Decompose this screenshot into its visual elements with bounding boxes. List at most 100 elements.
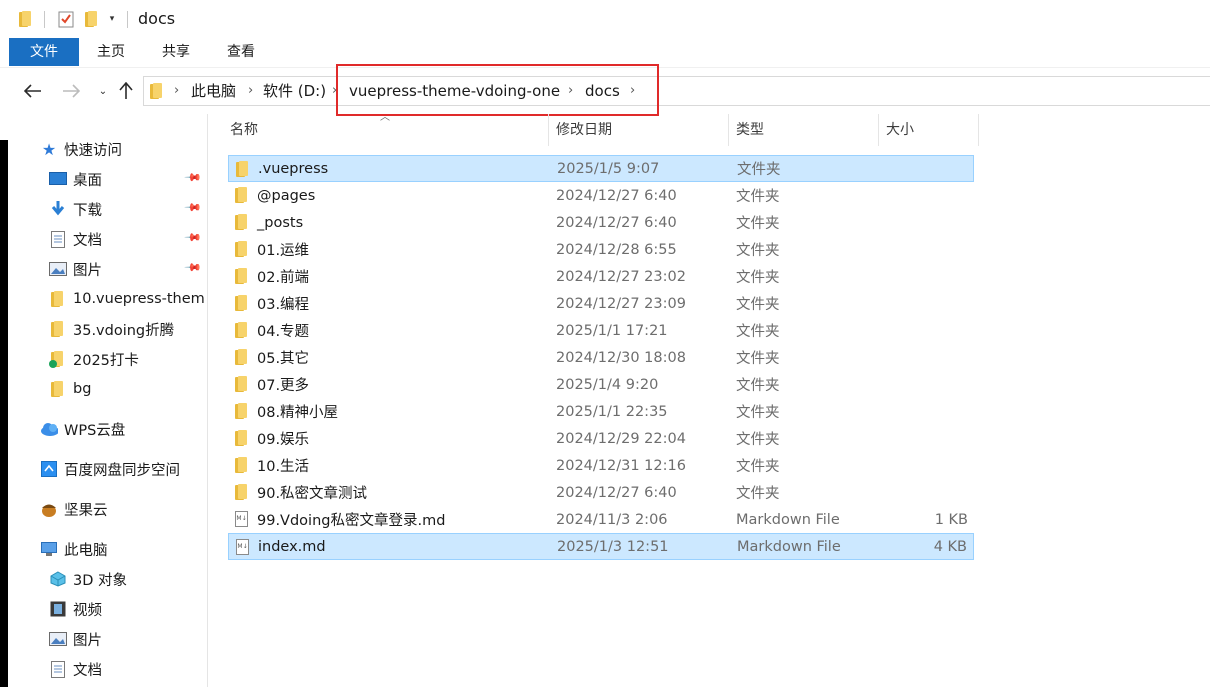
customize-toolbar-icon[interactable]: ▾: [106, 10, 118, 28]
file-row[interactable]: 01.运维 2024/12/28 6:55 文件夹: [228, 236, 974, 263]
folder-icon: [235, 214, 249, 234]
file-row[interactable]: 04.专题 2025/1/1 17:21 文件夹: [228, 317, 974, 344]
column-divider[interactable]: [978, 114, 979, 146]
file-modified-date: 2025/1/4 9:20: [556, 376, 659, 393]
chevron-right-icon[interactable]: ›: [174, 77, 179, 105]
folder-icon: [235, 295, 249, 315]
back-button[interactable]: [22, 80, 44, 102]
file-row[interactable]: @pages 2024/12/27 6:40 文件夹: [228, 182, 974, 209]
folder-icon: [235, 403, 249, 423]
sidebar-item-baidu-netdisk[interactable]: 百度网盘同步空间: [40, 457, 180, 481]
file-modified-date: 2024/12/27 6:40: [556, 214, 677, 231]
file-modified-date: 2025/1/1 22:35: [556, 403, 668, 420]
sidebar-item-pc-documents[interactable]: 文档: [49, 657, 102, 681]
new-folder-icon[interactable]: [84, 10, 100, 28]
download-icon: [49, 200, 67, 218]
sidebar-item-videos[interactable]: 视频: [49, 597, 102, 621]
sidebar-item-recent-1[interactable]: 10.vuepress-them: [49, 287, 205, 311]
file-name: 02.前端: [257, 270, 310, 286]
picture-icon: [49, 260, 67, 278]
sidebar-item-pictures[interactable]: 图片: [49, 257, 102, 281]
window-title: docs: [138, 9, 176, 28]
folder-icon: [235, 241, 249, 261]
file-name: 90.私密文章测试: [257, 486, 368, 502]
file-type: Markdown File: [737, 538, 841, 555]
column-header-date[interactable]: 修改日期: [556, 114, 612, 146]
sidebar-item-documents[interactable]: 文档: [49, 227, 102, 251]
sidebar-item-desktop[interactable]: 桌面: [49, 167, 102, 191]
acorn-icon: [40, 500, 58, 518]
sidebar-item-recent-4[interactable]: bg: [49, 377, 91, 401]
forward-button[interactable]: [60, 80, 82, 102]
breadcrumb-drive-d[interactable]: 软件 (D:): [263, 77, 326, 105]
sidebar-item-recent-3[interactable]: 2025打卡: [49, 347, 139, 371]
file-type: 文件夹: [736, 324, 780, 340]
file-row[interactable]: 08.精神小屋 2025/1/1 22:35 文件夹: [228, 398, 974, 425]
folder-icon: [235, 484, 249, 504]
sidebar-item-jianguoyun[interactable]: 坚果云: [40, 497, 108, 521]
column-divider[interactable]: [878, 114, 879, 146]
file-row[interactable]: 05.其它 2024/12/30 18:08 文件夹: [228, 344, 974, 371]
column-header-type[interactable]: 类型: [736, 114, 764, 146]
file-type: 文件夹: [736, 216, 780, 232]
breadcrumb-project[interactable]: vuepress-theme-vdoing-one: [349, 77, 560, 105]
navigation-pane: [0, 114, 208, 687]
folder-icon: [235, 187, 249, 207]
tab-view[interactable]: 查看: [216, 38, 266, 66]
film-icon: [49, 600, 67, 618]
cloud-icon: [40, 420, 58, 438]
sidebar-item-pc-pictures[interactable]: 图片: [49, 627, 102, 651]
file-modified-date: 2024/12/27 23:02: [556, 268, 686, 285]
tab-home[interactable]: 主页: [86, 38, 136, 66]
file-name: 04.专题: [257, 324, 310, 340]
chevron-right-icon[interactable]: ›: [568, 77, 573, 105]
file-type: 文件夹: [737, 162, 781, 178]
file-type: 文件夹: [736, 432, 780, 448]
properties-icon[interactable]: [57, 10, 75, 28]
sidebar-item-quick-access[interactable]: ★ 快速访问: [40, 137, 122, 161]
file-row[interactable]: .vuepress 2025/1/5 9:07 文件夹: [228, 155, 974, 182]
file-row[interactable]: _posts 2024/12/27 6:40 文件夹: [228, 209, 974, 236]
column-header-size[interactable]: 大小: [886, 114, 914, 146]
file-row[interactable]: 07.更多 2025/1/4 9:20 文件夹: [228, 371, 974, 398]
file-name: 07.更多: [257, 378, 310, 394]
file-name: 03.编程: [257, 297, 310, 313]
file-row[interactable]: 10.生活 2024/12/31 12:16 文件夹: [228, 452, 974, 479]
chevron-right-icon[interactable]: ›: [248, 77, 253, 105]
synced-folder-icon: [49, 350, 67, 368]
sort-ascending-icon: ︿: [380, 112, 390, 123]
folder-icon: [235, 376, 249, 396]
address-bar[interactable]: › 此电脑 › 软件 (D:) › vuepress-theme-vdoing-…: [143, 76, 1210, 106]
sidebar-item-3d-objects[interactable]: 3D 对象: [49, 567, 127, 591]
sidebar-item-this-pc[interactable]: 此电脑: [40, 537, 108, 561]
baidu-netdisk-icon: [40, 460, 58, 478]
sidebar-item-wps-cloud[interactable]: WPS云盘: [40, 417, 125, 441]
column-divider[interactable]: [728, 114, 729, 146]
recent-locations-button[interactable]: ⌄: [92, 80, 114, 102]
file-type: 文件夹: [736, 297, 780, 313]
tab-share[interactable]: 共享: [151, 38, 201, 66]
chevron-right-icon[interactable]: ›: [332, 77, 337, 105]
file-row[interactable]: 02.前端 2024/12/27 23:02 文件夹: [228, 263, 974, 290]
picture-icon: [49, 630, 67, 648]
file-type: 文件夹: [736, 243, 780, 259]
column-divider[interactable]: [548, 114, 549, 146]
tab-file[interactable]: 文件: [9, 38, 79, 66]
chevron-right-icon[interactable]: ›: [630, 77, 635, 105]
file-modified-date: 2024/12/28 6:55: [556, 241, 677, 258]
breadcrumb-docs[interactable]: docs: [585, 77, 620, 105]
document-icon: [49, 230, 67, 248]
file-row[interactable]: 03.编程 2024/12/27 23:09 文件夹: [228, 290, 974, 317]
file-row[interactable]: 09.娱乐 2024/12/29 22:04 文件夹: [228, 425, 974, 452]
sidebar-item-recent-2[interactable]: 35.vdoing折腾: [49, 317, 174, 341]
file-row[interactable]: M↓ index.md 2025/1/3 12:51 Markdown File 4 K…: [228, 533, 974, 560]
breadcrumb-this-pc[interactable]: 此电脑: [191, 77, 236, 105]
column-header-name[interactable]: 名称: [230, 114, 258, 146]
markdown-file-icon: M↓: [235, 511, 248, 527]
file-modified-date: 2025/1/3 12:51: [557, 538, 669, 555]
sidebar-item-downloads[interactable]: 下载: [49, 197, 102, 221]
file-row[interactable]: M↓ 99.Vdoing私密文章登录.md 2024/11/3 2:06 Markdo…: [228, 506, 974, 533]
up-button[interactable]: [115, 80, 137, 102]
file-row[interactable]: 90.私密文章测试 2024/12/27 6:40 文件夹: [228, 479, 974, 506]
file-name: .vuepress: [258, 160, 329, 177]
